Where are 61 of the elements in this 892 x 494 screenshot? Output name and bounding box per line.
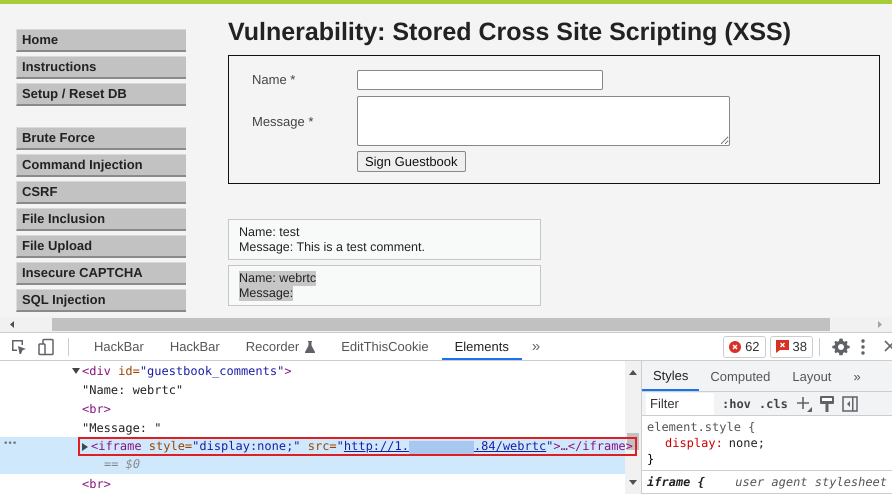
sidebar-item[interactable]: File Upload xyxy=(16,235,186,258)
closing-brace: } xyxy=(647,451,656,467)
sidebar-item[interactable]: File Inclusion xyxy=(16,208,186,231)
field-label: Name * xyxy=(251,71,296,87)
code-line: <div id="guestbook_comments"> xyxy=(82,364,292,378)
devtools-tab[interactable]: HackBar xyxy=(81,333,157,360)
sidebar-item[interactable]: Command Injection xyxy=(16,154,186,177)
flag-icon[interactable] xyxy=(776,340,789,353)
sidebar-item[interactable]: SQL Injection xyxy=(16,289,186,312)
sign-guestbook-button[interactable]: Sign Guestbook xyxy=(357,151,466,172)
sidebar-item[interactable]: Setup / Reset DB xyxy=(16,83,186,106)
sidebar-item[interactable]: CSRF xyxy=(16,181,186,204)
more-tabs-button[interactable]: » xyxy=(522,338,550,355)
plus-icon[interactable] xyxy=(796,396,812,412)
page-title: Vulnerability: Stored Cross Site Scripting (XSS) xyxy=(228,17,792,47)
css-selector: iframe { xyxy=(647,474,705,490)
error-count-badge[interactable]: 62 xyxy=(723,336,766,358)
settings-icon[interactable] xyxy=(832,338,850,356)
name-field[interactable] xyxy=(357,70,603,90)
css-value: none; xyxy=(728,435,765,451)
inspect-icon[interactable] xyxy=(10,338,28,356)
comment-message: Message: xyxy=(239,286,294,301)
close-icon[interactable] xyxy=(884,340,892,354)
devtools-tab[interactable]: EditThisCookie xyxy=(328,333,442,360)
issue-count-badge[interactable]: 38 xyxy=(770,336,813,358)
more-options-icon[interactable] xyxy=(860,338,866,356)
sidebar-item[interactable]: Instructions xyxy=(16,56,186,79)
devtools-tab[interactable]: Recorder xyxy=(232,333,328,360)
cls-button[interactable]: .cls xyxy=(758,396,788,410)
filter-field[interactable]: Filter xyxy=(646,392,714,414)
styles-tab[interactable]: Layout xyxy=(781,361,842,391)
expand-triangle-icon[interactable] xyxy=(72,368,80,374)
hov-button[interactable]: :hov xyxy=(722,396,751,410)
rule-origin: user agent stylesheet xyxy=(735,474,887,490)
devtools-tab[interactable]: HackBar xyxy=(156,333,233,360)
sidebar-toggle-icon[interactable] xyxy=(842,396,858,412)
paint-roller-icon[interactable] xyxy=(820,396,834,412)
ellipsis-marker[interactable]: ••• xyxy=(3,439,16,449)
field-label: Message * xyxy=(251,113,314,129)
css-property: display: xyxy=(665,435,723,451)
device-icon[interactable] xyxy=(38,338,56,356)
sidebar-item[interactable]: Home xyxy=(16,29,186,52)
code-line: <iframe style="display:none;" src="http://1. .84/webrtc">…</iframe> xyxy=(91,439,633,454)
comment-message: Message: This is a test comment. xyxy=(239,240,425,255)
flask-icon[interactable] xyxy=(305,340,316,352)
sidebar-item[interactable]: Insecure CAPTCHA xyxy=(16,262,186,285)
more-tabs-button[interactable]: » xyxy=(842,361,872,391)
error-icon[interactable] xyxy=(729,340,742,352)
css-selector: element.style { xyxy=(647,419,756,435)
devtools-tab[interactable]: Elements xyxy=(442,333,522,360)
selected-marker: == $0 xyxy=(104,456,140,473)
styles-tab[interactable]: Computed xyxy=(699,361,782,391)
code-line: "Name: webrtc" xyxy=(82,382,184,396)
comment-name: Name: webrtc xyxy=(239,271,316,286)
message-field[interactable] xyxy=(357,96,730,146)
sidebar-item[interactable]: Brute Force xyxy=(16,127,186,150)
comment-name: Name: test xyxy=(239,225,300,240)
code-line: <br> xyxy=(82,476,111,490)
code-line: <br> xyxy=(82,402,111,416)
expand-triangle-icon[interactable] xyxy=(82,442,88,450)
code-line: "Message: " xyxy=(82,420,162,434)
